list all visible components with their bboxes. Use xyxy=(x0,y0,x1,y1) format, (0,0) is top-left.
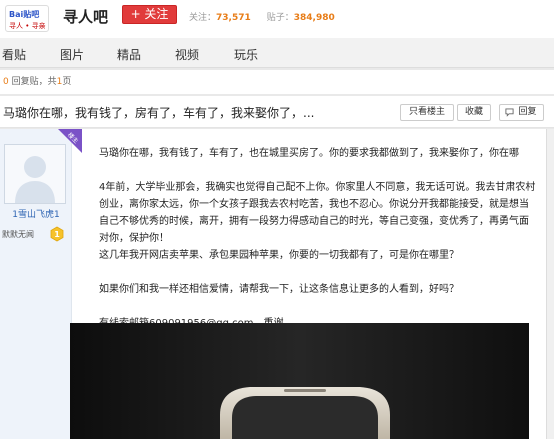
reply-text: 回复贴，共 xyxy=(8,77,57,87)
level-badge-icon: 1 xyxy=(50,226,64,242)
logo-text: Bai贴吧 xyxy=(9,10,40,19)
follow-stat-label: 关注： xyxy=(189,13,217,23)
reply-label: 回复 xyxy=(518,107,537,117)
first-post: 1雪山飞虎1 默默无闻 1 楼主 马璐你在哪，我有钱了，车有了，也在城里买房了。… xyxy=(0,129,546,439)
thread-title-bar: 马璐你在哪，我有钱了，房有了，车有了，我来娶你了，... 只看楼主 收藏 回复 xyxy=(0,96,554,128)
only-owner-button[interactable]: 只看楼主 xyxy=(400,104,454,121)
post-paragraph: 4年前，大学毕业那会，我确实也觉得自己配不上你。你家里人不同意，我无话可说。我去… xyxy=(99,182,536,261)
post-stat-label: 贴子： xyxy=(266,13,294,23)
louzhu-corner-tag: 楼主 xyxy=(52,129,82,159)
post-count: 384,980 xyxy=(293,13,335,23)
tab-images[interactable]: 图片 xyxy=(60,46,84,63)
post-paragraph: 如果你们和我一样还相信爱情，请帮我一下，让这条信息让更多的人看到，好吗？ xyxy=(99,284,459,295)
post-paragraph: 马璐你在哪，我有钱了，车有了，也在城里买房了。你的要求我都做到了，我来娶你了，你… xyxy=(99,148,519,159)
author-name[interactable]: 1雪山飞虎1 xyxy=(0,207,72,220)
tab-featured[interactable]: 精品 xyxy=(117,46,141,63)
forum-header: Bai贴吧 寻人 • 寻亲 寻人吧 + 关注 关注：73,571 贴子：384,9… xyxy=(0,0,554,38)
tieba-logo[interactable]: Bai贴吧 寻人 • 寻亲 xyxy=(5,5,49,32)
author-level-text: 默默无闻 xyxy=(2,230,34,239)
reply-button[interactable]: 回复 xyxy=(499,104,544,121)
page-text: 页 xyxy=(62,77,72,87)
tab-videos[interactable]: 视频 xyxy=(175,46,199,63)
forum-name[interactable]: 寻人吧 xyxy=(63,6,108,27)
comment-icon xyxy=(505,108,514,117)
forum-stats: 关注：73,571 贴子：384,980 xyxy=(189,10,351,23)
scrollbar[interactable] xyxy=(546,129,554,439)
favorite-button[interactable]: 收藏 xyxy=(457,104,491,121)
logo-subtext: 寻人 • 寻亲 xyxy=(9,22,46,30)
tab-fun[interactable]: 玩乐 xyxy=(234,46,258,63)
follow-count: 73,571 xyxy=(216,13,251,23)
follow-button[interactable]: + 关注 xyxy=(122,5,177,24)
reply-summary: 0 回复贴，共1页 xyxy=(0,70,554,94)
louzhu-tag-shape: 楼主 xyxy=(58,129,82,153)
badge-level: 1 xyxy=(54,230,60,239)
thread-title: 马璐你在哪，我有钱了，房有了，车有了，我来娶你了，... xyxy=(3,106,315,120)
author-sidebar: 1雪山飞虎1 默默无闻 1 xyxy=(0,129,72,439)
phone-photo-image xyxy=(70,323,529,439)
post-content: 马璐你在哪，我有钱了，车有了，也在城里买房了。你的要求我都做到了，我来娶你了，你… xyxy=(99,145,537,349)
forum-nav: 看贴 图片 精品 视频 玩乐 xyxy=(0,38,554,68)
post-photo[interactable] xyxy=(70,323,529,439)
tab-posts[interactable]: 看贴 xyxy=(2,46,26,63)
